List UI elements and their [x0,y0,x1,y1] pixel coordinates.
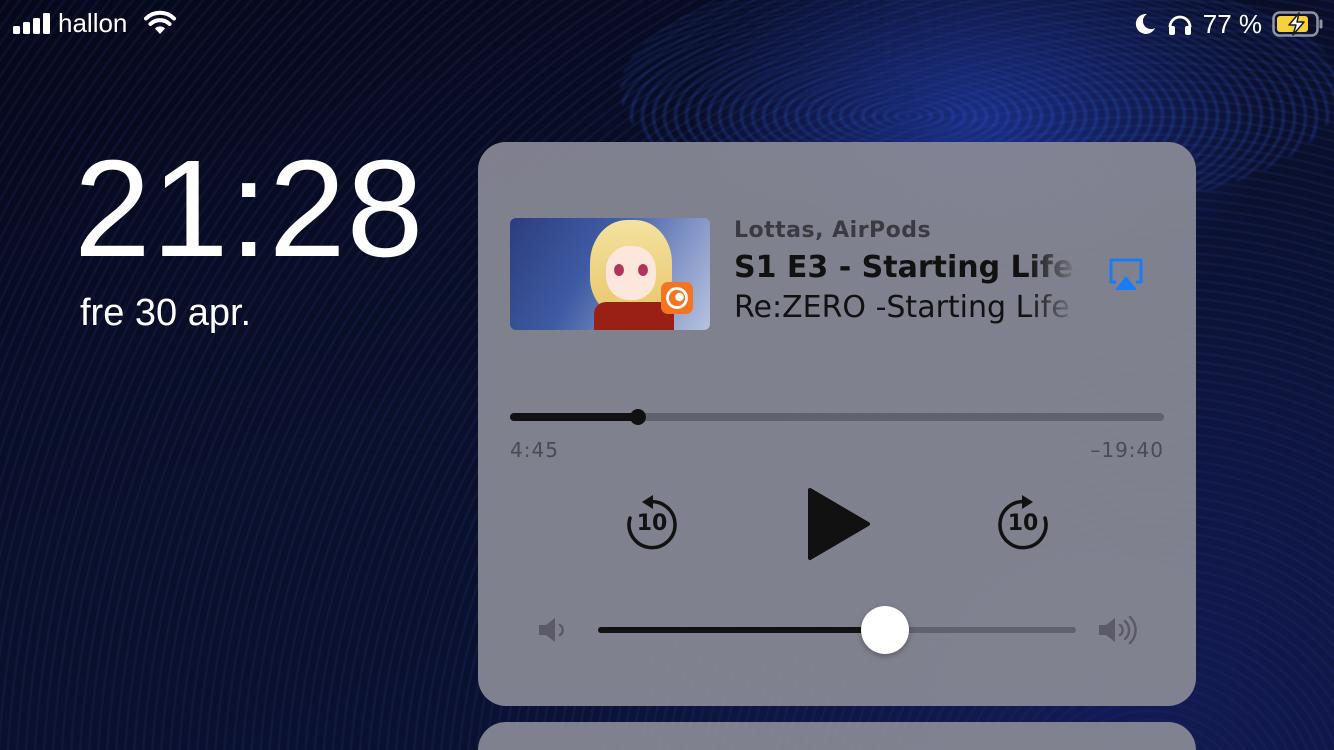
status-bar: hallon 77 % [0,0,1334,50]
scrubber-handle[interactable] [630,409,647,425]
wifi-icon [144,10,176,34]
skip-forward-button[interactable]: 10 [993,494,1053,554]
headphones-icon [1168,15,1192,35]
crunchyroll-icon [661,282,693,314]
skip-back-button[interactable]: 10 [622,494,682,554]
volume-handle[interactable] [860,606,909,654]
track-title: S1 E3 - Starting Life from Zero in Anoth… [734,250,1079,285]
play-icon[interactable] [804,486,874,562]
carrier-name: hallon [58,8,128,38]
album-artwork[interactable] [510,218,710,330]
speaker-high-icon [1099,615,1137,645]
skip-forward-seconds: 10 [1007,511,1039,536]
playback-route-label: Lottas, AirPods [734,218,932,243]
scrubber-elapsed-fill [510,413,639,421]
signal-icon [13,12,50,34]
speaker-low-icon [539,618,564,642]
airplay-icon[interactable] [1106,254,1146,294]
elapsed-time: 4:45 [510,438,559,462]
lock-date: fre 30 apr. [80,292,252,334]
battery-percent: 77 % [1202,8,1262,39]
volume-level-fill [598,627,885,633]
skip-back-seconds: 10 [636,511,668,536]
playback-scrubber[interactable] [510,409,1164,425]
track-subtitle: Re:ZERO -Starting Life in Another World- [734,290,1079,325]
moon-icon [1135,13,1155,34]
lock-screen: hallon 77 % 21:28 fre 30 apr. Lottas, Ai… [0,0,1334,750]
remaining-time: –19:40 [1090,438,1164,462]
battery-charging-icon [1272,11,1323,37]
now-playing-widget: Lottas, AirPods S1 E3 - Starting Life fr… [478,142,1196,706]
next-widget-peek [478,722,1196,750]
lock-clock: 21:28 [74,132,425,286]
volume-slider[interactable] [598,606,1076,654]
